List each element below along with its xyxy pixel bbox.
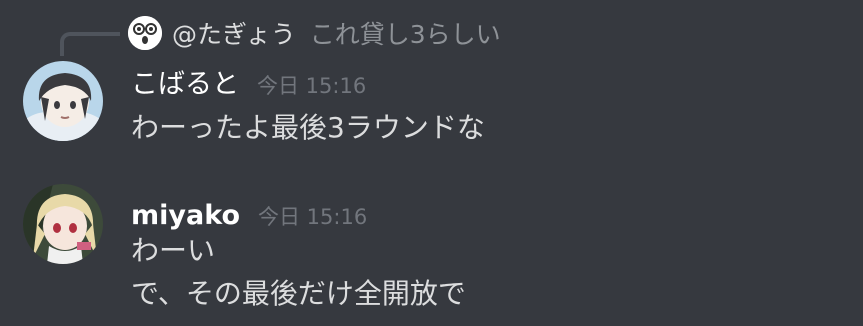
reply-reference[interactable]: @たぎょう これ貸し3らしい <box>128 15 501 51</box>
reply-preview-text[interactable]: これ貸し3らしい <box>310 15 501 51</box>
username[interactable]: こばると <box>131 62 239 101</box>
message-content: わーい <box>131 234 216 267</box>
reply-avatar[interactable] <box>128 16 162 50</box>
reply-author[interactable]: @たぎょう <box>172 15 296 51</box>
timestamp: 今日 15:16 <box>257 74 367 98</box>
message-header: こばると 今日 15:16 <box>131 62 366 101</box>
message-content: で、その最後だけ全開放で <box>131 277 466 310</box>
reply-connector-line <box>60 32 120 56</box>
avatar[interactable] <box>23 184 103 264</box>
avatar-image <box>23 184 103 264</box>
username[interactable]: miyako <box>131 200 240 231</box>
timestamp: 今日 15:16 <box>258 205 368 229</box>
avatar-image <box>23 61 103 141</box>
message-content: わーったよ最後3ラウンドな <box>131 111 485 144</box>
message-header: miyako 今日 15:16 <box>131 200 367 231</box>
chat-messages: @たぎょう これ貸し3らしい こばると 今日 15:16 わーったよ最後3ラウン… <box>0 0 863 326</box>
avatar[interactable] <box>23 61 103 141</box>
reply-avatar-face-icon <box>128 16 162 50</box>
